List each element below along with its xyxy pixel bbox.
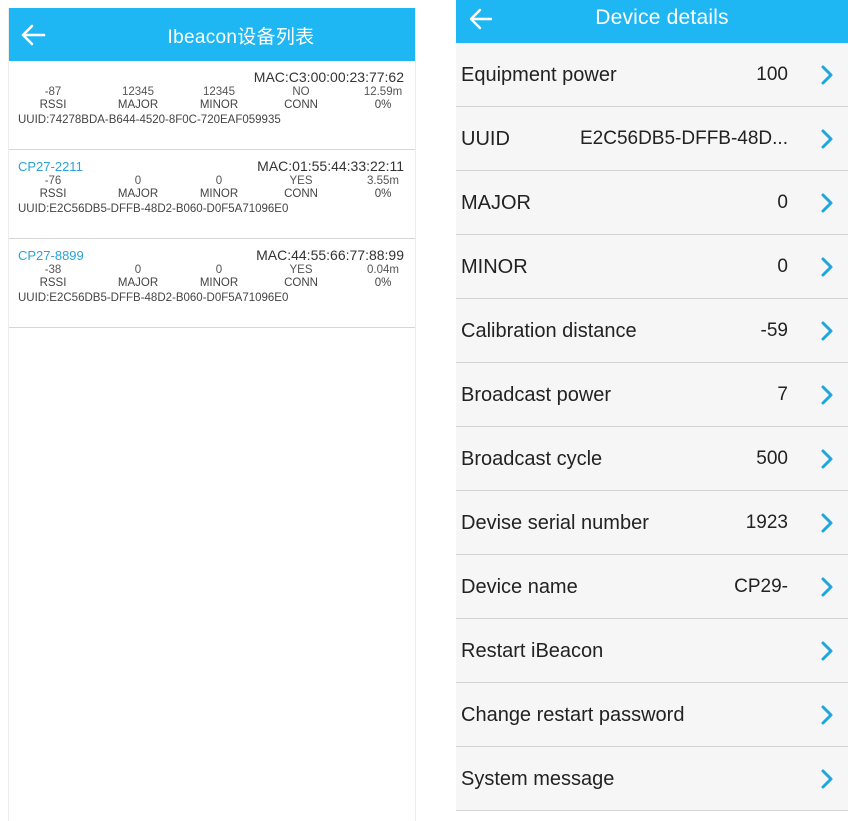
list-title: Ibeacon设备列表 (167, 27, 315, 48)
major-label: MAJOR (117, 277, 159, 289)
major-value: 12345 (122, 86, 154, 98)
percent-value: 0% (374, 277, 392, 289)
chevron-right-icon (821, 577, 833, 597)
minor-value: 12345 (203, 86, 235, 98)
row-value: -59 (760, 320, 788, 341)
device-name: CP27-2211 (18, 159, 83, 174)
rssi-value: -38 (44, 264, 62, 276)
device-mac: MAC:01:55:44:33:22:11 (257, 158, 404, 174)
row-label: Restart iBeacon (461, 640, 604, 662)
details-title: Device details (595, 6, 729, 29)
conn-value: YES (289, 264, 313, 276)
rssi-value: -87 (44, 86, 62, 98)
row-value: 0 (777, 256, 788, 277)
chevron-right-icon (821, 321, 833, 341)
row-equipment-power[interactable]: Equipment power 100 (456, 43, 848, 107)
minor-label: MINOR (199, 99, 239, 111)
row-broadcast-power[interactable]: Broadcast power 7 (456, 363, 848, 427)
device-name: CP27-8899 (18, 248, 84, 263)
major-value: 0 (134, 264, 142, 276)
row-label: System message (461, 768, 615, 790)
device-list-screen: Ibeacon设备列表 MAC:C3:00:00:23:77:62 -87 12… (8, 8, 416, 821)
chevron-right-icon (821, 449, 833, 469)
minor-value: 0 (215, 264, 223, 276)
row-calibration-distance[interactable]: Calibration distance -59 (456, 299, 848, 363)
row-label: Equipment power (461, 64, 617, 86)
rssi-label: RSSI (39, 99, 67, 111)
row-value: 7 (777, 384, 788, 405)
chevron-right-icon (821, 193, 833, 213)
percent-value: 0% (374, 99, 392, 111)
minor-value: 0 (215, 175, 223, 187)
conn-value: YES (289, 175, 313, 187)
row-value: 1923 (745, 512, 788, 533)
chevron-right-icon (821, 385, 833, 405)
row-label: Devise serial number (461, 512, 649, 534)
row-broadcast-cycle[interactable]: Broadcast cycle 500 (456, 427, 848, 491)
device-uuid: UUID:E2C56DB5-DFFB-48D2-B060-D0F5A71096E… (18, 203, 289, 215)
row-value: E2C56DB5-DFFB-48D... (579, 128, 788, 149)
row-value: CP29- (734, 576, 788, 597)
device-mac: MAC:C3:00:00:23:77:62 (253, 69, 404, 85)
row-change-restart-password[interactable]: Change restart password (456, 683, 848, 747)
distance-value: 3.55m (367, 175, 399, 187)
row-label: UUID (461, 128, 510, 150)
device-list-item[interactable]: CP27-8899 MAC:44:55:66:77:88:99 -38 0 0 … (9, 247, 415, 328)
chevron-right-icon (821, 769, 833, 789)
rssi-label: RSSI (39, 277, 67, 289)
row-label: Broadcast power (461, 384, 612, 406)
distance-value: 0.04m (367, 264, 399, 276)
row-label: Change restart password (461, 704, 685, 726)
details-app-bar: Device details (456, 0, 848, 43)
minor-label: MINOR (199, 277, 239, 289)
row-value: 0 (777, 192, 788, 213)
chevron-right-icon (821, 257, 833, 277)
list-app-bar: Ibeacon设备列表 (9, 8, 415, 61)
row-label: Device name (461, 576, 578, 598)
conn-label: CONN (284, 188, 318, 200)
device-uuid: UUID:74278BDA-B644-4520-8F0C-720EAF05993… (18, 114, 281, 126)
major-label: MAJOR (117, 188, 159, 200)
device-list-item[interactable]: MAC:C3:00:00:23:77:62 -87 12345 12345 NO… (9, 69, 415, 150)
row-major[interactable]: MAJOR 0 (456, 171, 848, 235)
device-mac: MAC:44:55:66:77:88:99 (256, 247, 404, 263)
chevron-right-icon (821, 129, 833, 149)
row-uuid[interactable]: UUID E2C56DB5-DFFB-48D... (456, 107, 848, 171)
row-label: Broadcast cycle (461, 448, 603, 470)
chevron-right-icon (821, 513, 833, 533)
chevron-right-icon (821, 641, 833, 661)
row-value: 500 (756, 448, 788, 469)
percent-value: 0% (374, 188, 392, 200)
row-restart-ibeacon[interactable]: Restart iBeacon (456, 619, 848, 683)
conn-value: NO (292, 86, 310, 98)
row-label: MAJOR (461, 192, 531, 214)
row-minor[interactable]: MINOR 0 (456, 235, 848, 299)
row-serial-number[interactable]: Devise serial number 1923 (456, 491, 848, 555)
rssi-value: -76 (44, 175, 62, 187)
device-uuid: UUID:E2C56DB5-DFFB-48D2-B060-D0F5A71096E… (18, 292, 289, 304)
chevron-right-icon (821, 705, 833, 725)
rssi-label: RSSI (39, 188, 67, 200)
distance-value: 12.59m (363, 86, 403, 98)
device-details-screen: Device details Equipment power 100 UUID … (456, 0, 848, 821)
row-value: 100 (756, 64, 788, 85)
row-label: MINOR (461, 256, 528, 278)
conn-label: CONN (284, 277, 318, 289)
major-value: 0 (134, 175, 142, 187)
row-system-message[interactable]: System message (456, 747, 848, 811)
conn-label: CONN (284, 99, 318, 111)
row-label: Calibration distance (461, 320, 637, 342)
row-device-name[interactable]: Device name CP29- (456, 555, 848, 619)
device-list-item[interactable]: CP27-2211 MAC:01:55:44:33:22:11 -76 0 0 … (9, 158, 415, 239)
chevron-right-icon (821, 65, 833, 85)
major-label: MAJOR (117, 99, 159, 111)
minor-label: MINOR (199, 188, 239, 200)
